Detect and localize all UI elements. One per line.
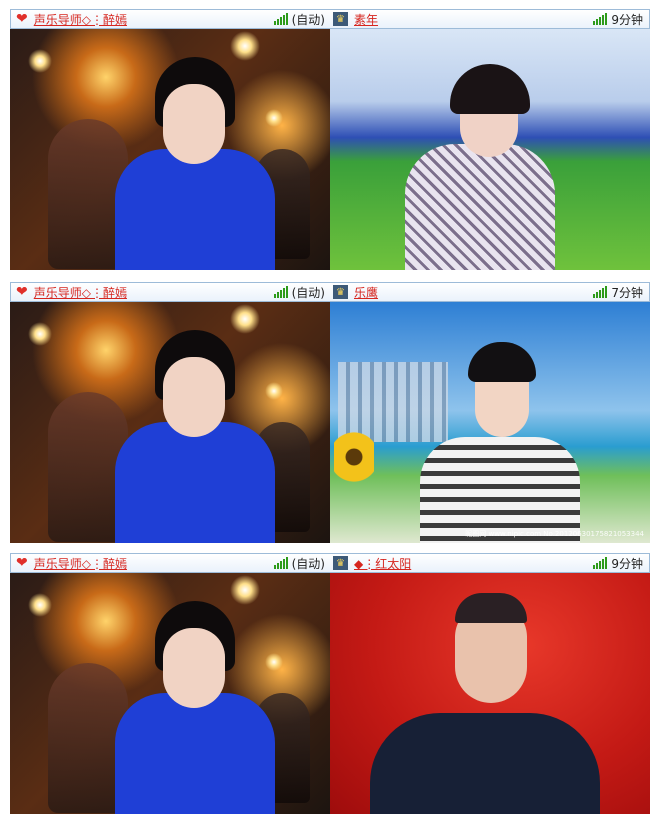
video-chat-panel: ❤ 声乐导师◇⋮醉嫣 (自动) ♛ ◆⋮红太阳 9分钟 xyxy=(10,553,650,814)
left-video-feed[interactable] xyxy=(10,573,330,814)
signal-icon xyxy=(593,13,608,25)
signal-icon xyxy=(273,13,288,25)
panel-title-bar: ❤ 声乐导师◇⋮醉嫣 (自动) ♛ 乐鹰 7分钟 xyxy=(10,282,650,302)
left-username-link[interactable]: 声乐导师◇⋮醉嫣 xyxy=(34,555,127,572)
video-chat-panel: ❤ 声乐导师◇⋮醉嫣 (自动) ♛ 乐鹰 7分钟 昵图网 www.nipic.c… xyxy=(10,282,650,543)
watermark-text: 昵图网 www.nipic.com No.2012063017582105334… xyxy=(465,530,644,538)
signal-icon xyxy=(593,286,608,298)
left-video-feed[interactable] xyxy=(10,302,330,543)
heart-icon[interactable]: ❤ xyxy=(16,555,28,571)
rank-badge-icon: ♛ xyxy=(333,12,348,26)
panel-title-bar: ❤ 声乐导师◇⋮醉嫣 (自动) ♛ 素年 9分钟 xyxy=(10,9,650,29)
signal-icon xyxy=(273,557,288,569)
video-chat-panel: ❤ 声乐导师◇⋮醉嫣 (自动) ♛ 素年 9分钟 xyxy=(10,9,650,270)
right-username-link[interactable]: ◆⋮红太阳 xyxy=(354,555,411,572)
right-username-link[interactable]: 素年 xyxy=(354,11,378,28)
duration-label: 9分钟 xyxy=(611,12,643,27)
right-video-feed[interactable]: 昵图网 www.nipic.com No.2012063017582105334… xyxy=(330,302,650,543)
heart-icon[interactable]: ❤ xyxy=(16,284,28,300)
right-video-feed[interactable] xyxy=(330,573,650,814)
heart-icon[interactable]: ❤ xyxy=(16,11,28,27)
duration-label: 7分钟 xyxy=(611,285,643,300)
rank-badge-icon: ♛ xyxy=(333,285,348,299)
mode-label[interactable]: (自动) xyxy=(292,284,325,301)
right-video-feed[interactable] xyxy=(330,29,650,270)
mode-label[interactable]: (自动) xyxy=(292,11,325,28)
duration-label: 9分钟 xyxy=(611,556,643,571)
rank-badge-icon: ♛ xyxy=(333,556,348,570)
panel-title-bar: ❤ 声乐导师◇⋮醉嫣 (自动) ♛ ◆⋮红太阳 9分钟 xyxy=(10,553,650,573)
left-username-link[interactable]: 声乐导师◇⋮醉嫣 xyxy=(34,11,127,28)
left-video-feed[interactable] xyxy=(10,29,330,270)
signal-icon xyxy=(273,286,288,298)
left-username-link[interactable]: 声乐导师◇⋮醉嫣 xyxy=(34,284,127,301)
right-username-link[interactable]: 乐鹰 xyxy=(354,284,378,301)
mode-label[interactable]: (自动) xyxy=(292,555,325,572)
signal-icon xyxy=(593,557,608,569)
